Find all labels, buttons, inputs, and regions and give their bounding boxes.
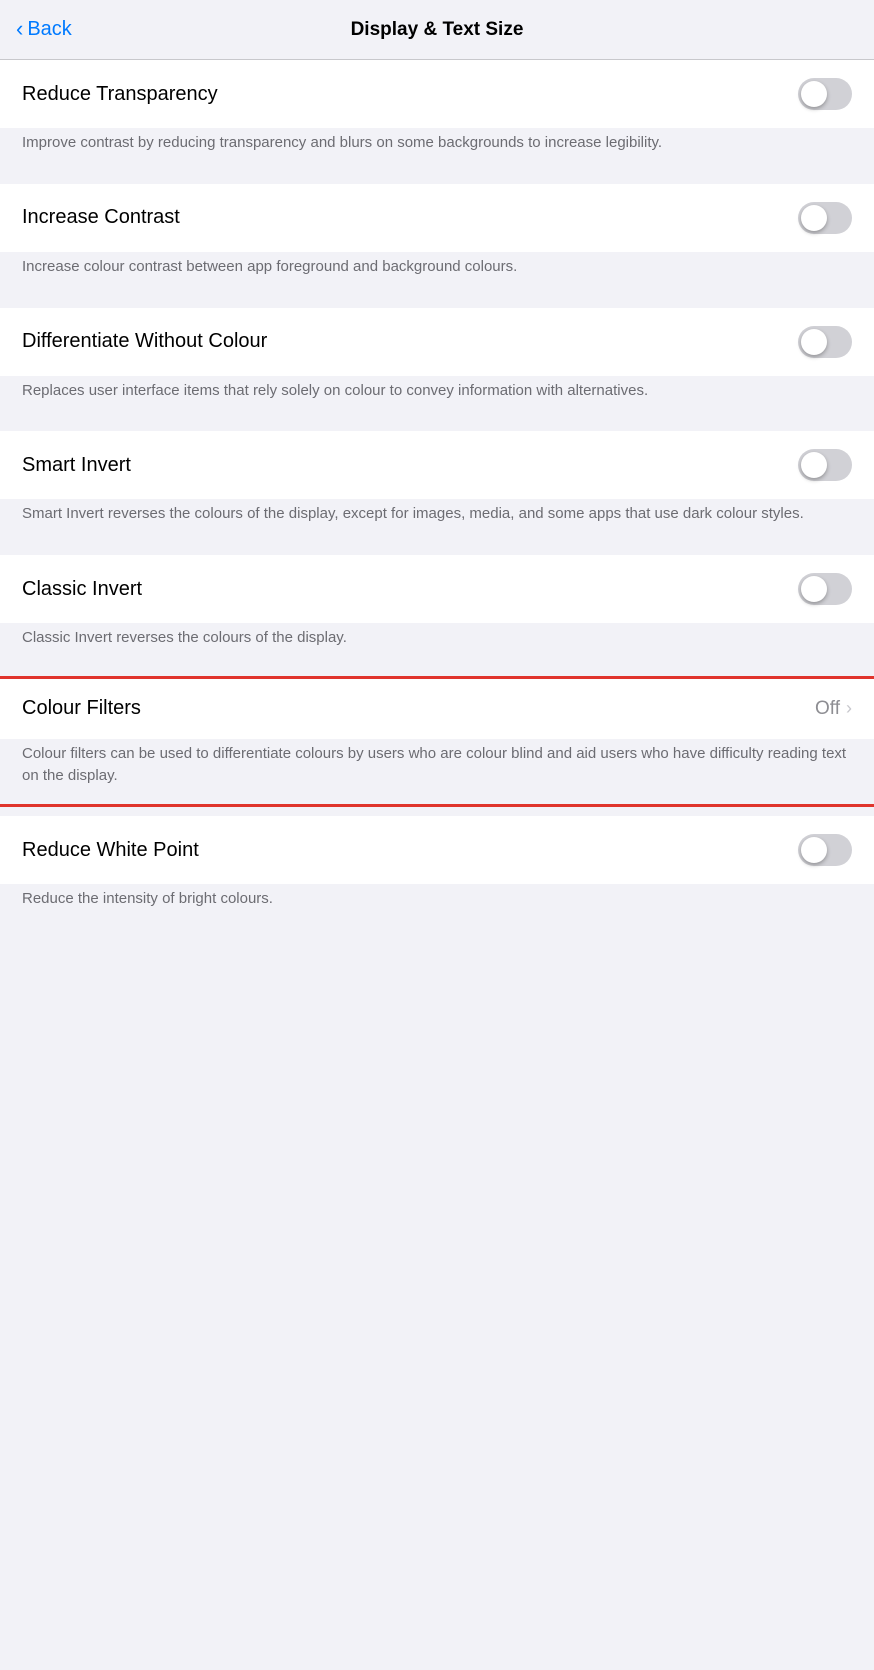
smart-invert-description: Smart Invert reverses the colours of the… xyxy=(0,499,874,543)
reduce-white-point-description: Reduce the intensity of bright colours. xyxy=(0,884,874,928)
reduce-transparency-toggle[interactable] xyxy=(798,78,852,110)
setting-block-classic-invert: Classic Invert Classic Invert reverses t… xyxy=(0,555,874,667)
setting-block-reduce-white-point: Reduce White Point Reduce the intensity … xyxy=(0,816,874,928)
setting-row-reduce-white-point: Reduce White Point xyxy=(0,816,874,884)
colour-filters-value-group: Off › xyxy=(815,698,852,720)
page-title: Display & Text Size xyxy=(351,19,524,41)
reduce-white-point-toggle[interactable] xyxy=(798,834,852,866)
toggle-thumb xyxy=(801,576,827,602)
setting-row-reduce-transparency: Reduce Transparency xyxy=(0,60,874,128)
differentiate-without-colour-toggle[interactable] xyxy=(798,326,852,358)
toggle-thumb xyxy=(801,81,827,107)
toggle-thumb xyxy=(801,329,827,355)
increase-contrast-description: Increase colour contrast between app for… xyxy=(0,252,874,296)
colour-filters-value: Off xyxy=(815,698,840,720)
toggle-thumb xyxy=(801,205,827,231)
setting-block-colour-filters: Colour Filters Off › Colour filters can … xyxy=(0,679,874,805)
differentiate-without-colour-label: Differentiate Without Colour xyxy=(22,330,267,353)
back-label: Back xyxy=(27,18,71,41)
setting-block-differentiate-without-colour: Differentiate Without Colour Replaces us… xyxy=(0,308,874,420)
setting-row-classic-invert: Classic Invert xyxy=(0,555,874,623)
colour-filters-chevron-icon: › xyxy=(846,698,852,719)
setting-row-colour-filters[interactable]: Colour Filters Off › xyxy=(0,679,874,739)
reduce-transparency-description: Improve contrast by reducing transparenc… xyxy=(0,128,874,172)
header: ‹ Back Display & Text Size xyxy=(0,0,874,60)
differentiate-without-colour-description: Replaces user interface items that rely … xyxy=(0,376,874,420)
back-button[interactable]: ‹ Back xyxy=(16,17,72,42)
setting-block-increase-contrast: Increase Contrast Increase colour contra… xyxy=(0,184,874,296)
setting-block-reduce-transparency: Reduce Transparency Improve contrast by … xyxy=(0,60,874,172)
smart-invert-label: Smart Invert xyxy=(22,454,131,477)
increase-contrast-label: Increase Contrast xyxy=(22,206,180,229)
smart-invert-toggle[interactable] xyxy=(798,449,852,481)
reduce-white-point-label: Reduce White Point xyxy=(22,839,199,862)
increase-contrast-toggle[interactable] xyxy=(798,202,852,234)
setting-row-smart-invert: Smart Invert xyxy=(0,431,874,499)
classic-invert-toggle[interactable] xyxy=(798,573,852,605)
back-chevron-icon: ‹ xyxy=(16,16,23,42)
settings-list: Reduce Transparency Improve contrast by … xyxy=(0,60,874,928)
classic-invert-label: Classic Invert xyxy=(22,578,142,601)
setting-block-smart-invert: Smart Invert Smart Invert reverses the c… xyxy=(0,431,874,543)
setting-row-differentiate-without-colour: Differentiate Without Colour xyxy=(0,308,874,376)
colour-filters-description: Colour filters can be used to differenti… xyxy=(0,739,874,805)
colour-filters-label: Colour Filters xyxy=(22,697,141,720)
classic-invert-description: Classic Invert reverses the colours of t… xyxy=(0,623,874,667)
reduce-transparency-label: Reduce Transparency xyxy=(22,83,218,106)
setting-row-increase-contrast: Increase Contrast xyxy=(0,184,874,252)
